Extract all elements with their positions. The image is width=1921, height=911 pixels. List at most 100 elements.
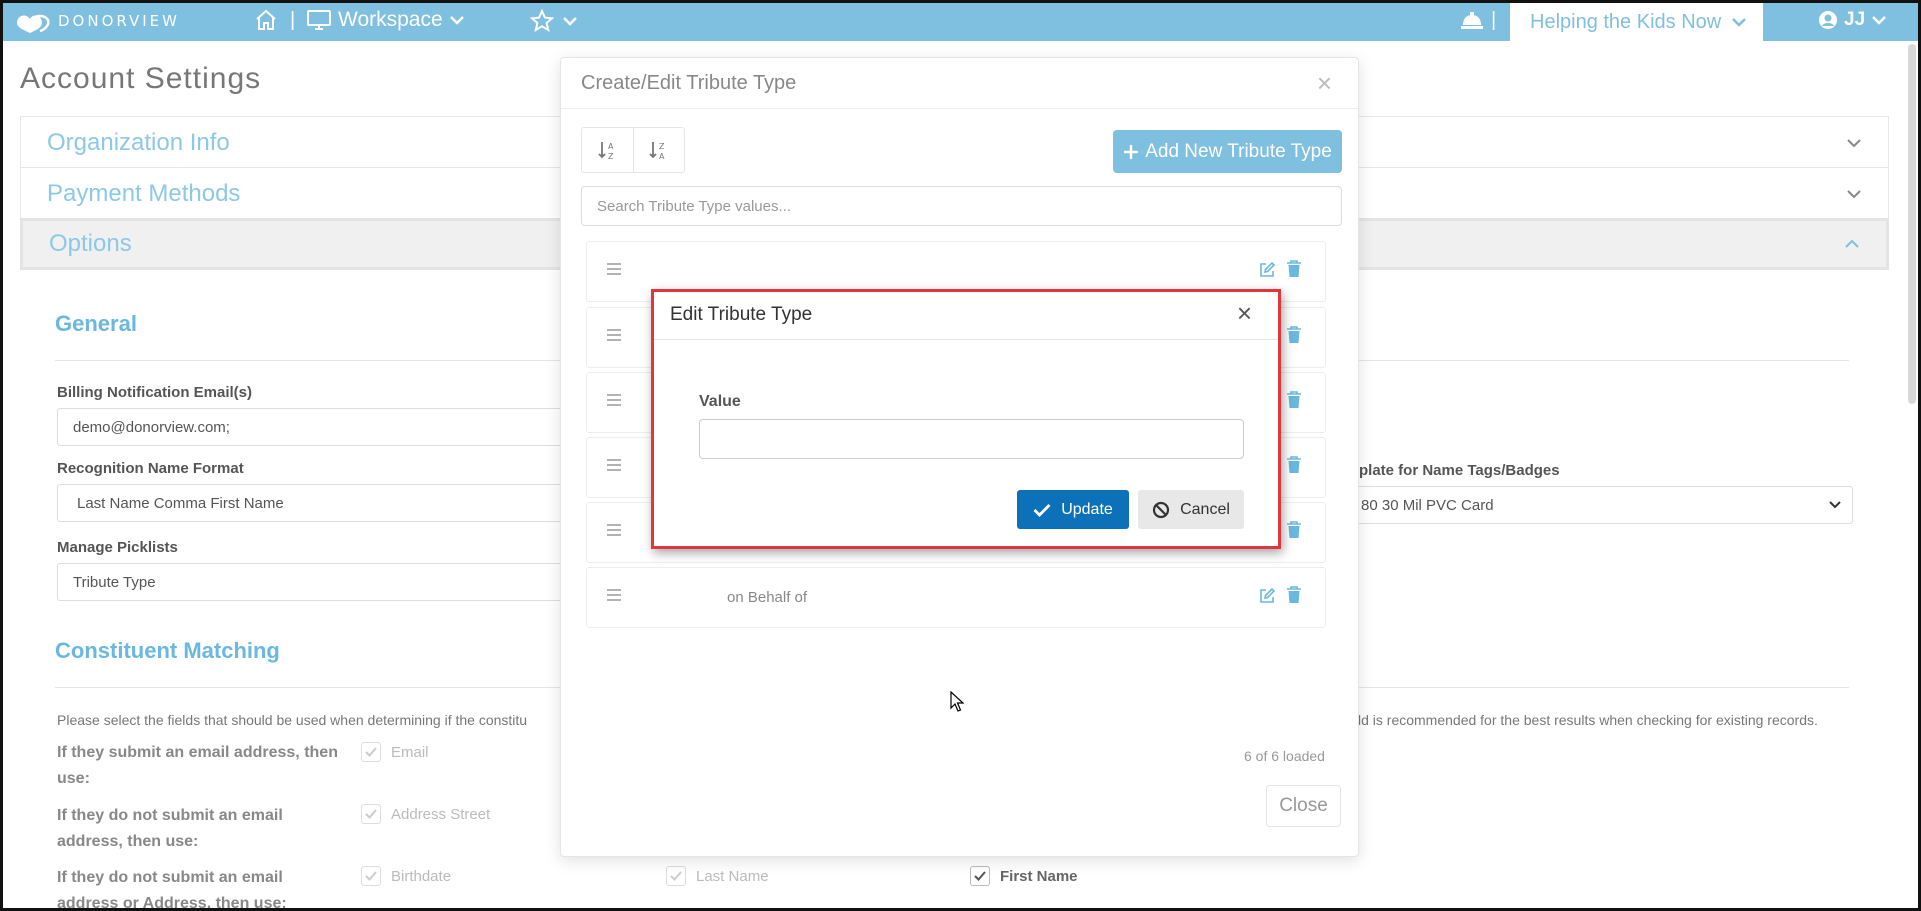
add-new-tribute-type-button[interactable]: Add New Tribute Type (1113, 130, 1342, 173)
billing-email-label: Billing Notification Email(s) (57, 384, 253, 401)
chevron-up-icon (1845, 239, 1859, 248)
recognition-format-select[interactable]: Last Name Comma First Name (57, 484, 577, 522)
checkbox-label: Birthdate (391, 867, 452, 885)
checkbox-address-street[interactable]: Address Street (361, 804, 490, 824)
favorites-menu[interactable] (530, 9, 578, 33)
value-input[interactable] (699, 419, 1244, 459)
edit-icon[interactable] (1258, 261, 1276, 279)
top-navigation-bar: DONORVIEW | Workspace | Helping the Kids… (0, 0, 1921, 41)
check-icon (1033, 503, 1051, 517)
sort-ascending-button[interactable]: A Z (582, 128, 633, 172)
close-icon[interactable]: × (1317, 68, 1332, 99)
checkbox-label: First Name (1000, 867, 1078, 885)
matching-note-right: ld is recommended for the best results w… (1358, 712, 1818, 728)
check-icon (365, 747, 377, 757)
section-title-general: General (55, 311, 137, 336)
button-label: Add New Tribute Type (1145, 140, 1332, 162)
checkbox-label: Email (391, 743, 429, 761)
check-icon (365, 809, 377, 819)
checkbox-box (970, 866, 990, 886)
chevron-down-icon (1847, 189, 1861, 198)
accordion-label: Payment Methods (47, 179, 241, 207)
checkbox-box (361, 804, 381, 824)
monitor-icon (307, 10, 331, 30)
organization-selector[interactable]: Helping the Kids Now (1510, 3, 1763, 41)
accordion-label: Organization Info (47, 128, 230, 156)
matching-note-left: Please select the fields that should be … (57, 712, 528, 728)
checkbox-birthdate[interactable]: Birthdate (361, 866, 451, 886)
value-label: Value (699, 393, 741, 410)
sort-descending-button[interactable]: Z A (633, 128, 684, 172)
list-item[interactable]: on Behalf of (586, 567, 1326, 628)
user-circle-icon (1819, 11, 1837, 29)
svg-text:Z: Z (608, 152, 614, 161)
manage-picklists-label: Manage Picklists (57, 539, 178, 556)
check-icon (670, 871, 682, 881)
trash-icon[interactable] (1286, 260, 1302, 278)
edit-icon[interactable] (1258, 587, 1276, 605)
plus-icon (1124, 144, 1139, 159)
trash-icon[interactable] (1286, 326, 1302, 344)
service-bell-button[interactable] (1460, 10, 1484, 35)
chevron-down-icon (449, 16, 464, 25)
drag-handle-icon[interactable] (607, 263, 621, 275)
drag-handle-icon[interactable] (607, 394, 621, 406)
page-scrollbar[interactable] (1908, 44, 1916, 404)
trash-icon[interactable] (1286, 521, 1302, 539)
billing-email-input[interactable]: demo@donorview.com; (57, 408, 577, 446)
chevron-down-icon (1829, 501, 1841, 509)
nav-separator: | (1491, 9, 1497, 31)
checkbox-first-name[interactable]: First Name (970, 866, 1078, 886)
loaded-count: 6 of 6 loaded (1244, 748, 1325, 764)
trash-icon[interactable] (1286, 456, 1302, 474)
edit-tribute-type-dialog: Edit Tribute Type × Value Update Cancel (651, 289, 1281, 549)
divider (561, 108, 1358, 109)
chevron-down-icon (1872, 16, 1887, 25)
close-button[interactable]: Close (1266, 785, 1341, 827)
trash-icon[interactable] (1286, 391, 1302, 409)
name-tag-template-select[interactable]: 80 30 Mil PVC Card (1340, 486, 1853, 524)
chevron-down-icon (563, 17, 577, 26)
checkbox-box (666, 866, 686, 886)
list-item-value: on Behalf of (727, 589, 808, 606)
recognition-format-value: Last Name Comma First Name (77, 494, 284, 512)
matching-question-email: If they submit an email address, then us… (57, 744, 338, 787)
drag-handle-icon[interactable] (607, 524, 621, 536)
tribute-search-input[interactable] (581, 186, 1342, 226)
checkbox-email[interactable]: Email (361, 742, 429, 762)
svg-text:Z: Z (659, 142, 665, 151)
matching-question-no-email-no-address: If they do not submit an email address o… (57, 869, 287, 911)
name-tag-template-label: plate for Name Tags/Badges (1359, 462, 1560, 479)
name-tag-template-value: 80 30 Mil PVC Card (1361, 496, 1494, 514)
donorview-logo[interactable]: DONORVIEW (14, 9, 180, 33)
home-icon (256, 9, 276, 30)
close-icon[interactable]: × (1237, 298, 1252, 329)
drag-handle-icon[interactable] (607, 329, 621, 341)
workspace-label: Workspace (338, 8, 443, 31)
sort-alpha-down-icon: A Z (597, 142, 614, 161)
checkbox-box (361, 742, 381, 762)
svg-text:A: A (608, 142, 614, 151)
cancel-button[interactable]: Cancel (1138, 490, 1244, 529)
user-menu[interactable]: JJ (1818, 9, 1887, 31)
checkbox-last-name[interactable]: Last Name (666, 866, 769, 886)
chevron-down-icon (1732, 18, 1747, 27)
page-title: Account Settings (20, 62, 262, 95)
update-button[interactable]: Update (1017, 490, 1129, 529)
svg-text:A: A (659, 152, 665, 161)
workspace-menu[interactable]: Workspace (306, 8, 465, 32)
manage-picklists-select[interactable]: Tribute Type (57, 563, 577, 601)
divider (654, 339, 1278, 340)
checkbox-label: Address Street (391, 805, 491, 823)
mouse-cursor-icon (950, 691, 964, 712)
checkbox-label: Last Name (696, 867, 769, 885)
check-icon (974, 871, 986, 881)
home-button[interactable] (254, 8, 278, 37)
checkbox-box (361, 866, 381, 886)
logo-hands-icon (17, 14, 50, 33)
star-icon (530, 9, 554, 33)
drag-handle-icon[interactable] (607, 589, 621, 601)
trash-icon[interactable] (1286, 586, 1302, 604)
drag-handle-icon[interactable] (607, 459, 621, 471)
billing-email-value: demo@donorview.com; (73, 418, 230, 436)
